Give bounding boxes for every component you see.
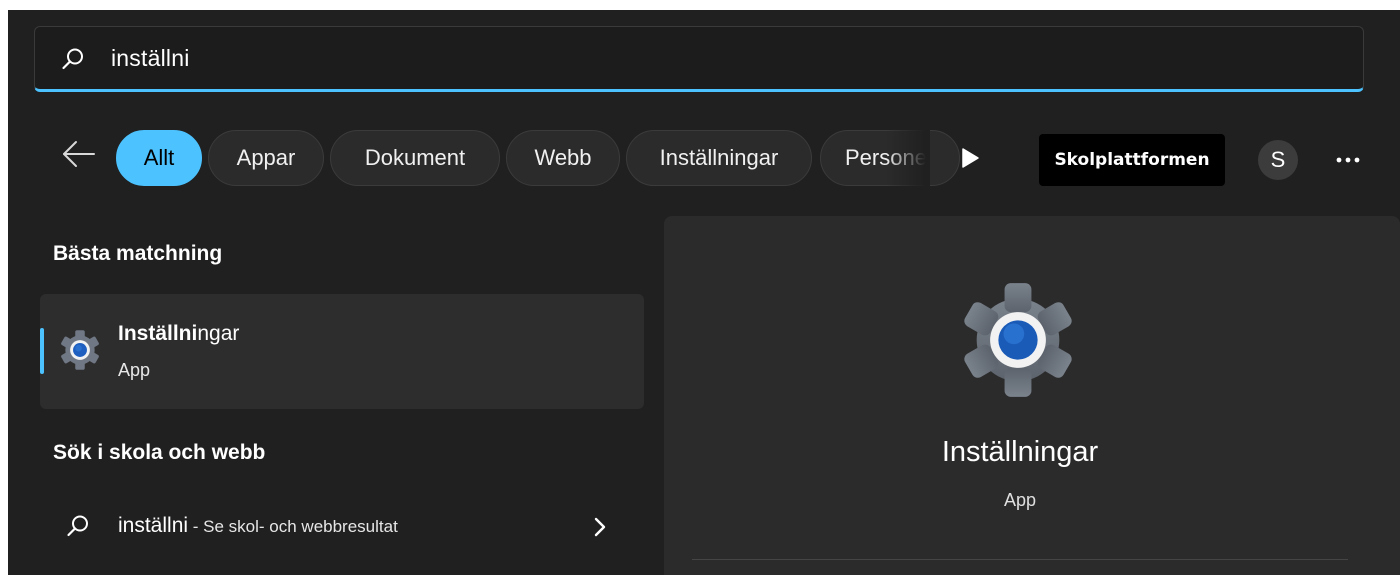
title-rest-part: ngar (197, 322, 240, 345)
search-icon (62, 48, 83, 70)
web-search-heading: Sök i skola och webb (53, 441, 266, 464)
settings-gear-icon (61, 330, 99, 370)
chip-overflow-fade (886, 130, 930, 186)
web-search-query: inställni (118, 514, 189, 537)
chevron-right-icon (594, 517, 606, 537)
search-icon (67, 515, 88, 537)
title-match-part: Inställni (118, 322, 198, 345)
more-horizontal-icon[interactable] (1334, 148, 1362, 172)
settings-gear-icon (964, 283, 1072, 397)
start-search-window: inställni Allt Appar Dokument Webb Instä… (8, 10, 1400, 575)
best-match-title: Inställningar (118, 322, 239, 346)
detail-pane: Inställningar App (664, 216, 1400, 575)
web-search-hint: - Se skol- och webbresultat (188, 517, 398, 536)
filter-chip-installningar[interactable]: Inställningar (626, 130, 812, 186)
best-match-heading: Bästa matchning (53, 242, 223, 265)
best-match-subtitle: App (118, 360, 151, 380)
avatar[interactable]: S (1258, 140, 1298, 180)
best-match-item[interactable]: Inställningar App (40, 294, 644, 409)
detail-subtitle: App (1003, 490, 1037, 510)
play-icon[interactable] (958, 146, 982, 170)
search-input[interactable]: inställni (111, 45, 190, 72)
filter-chip-allt[interactable]: Allt (116, 130, 202, 186)
search-box[interactable]: inställni (34, 26, 1364, 92)
divider (692, 559, 1348, 560)
detail-title: Inställningar (941, 436, 1099, 468)
arrow-left-icon[interactable] (62, 140, 96, 168)
selection-indicator (40, 328, 44, 374)
filter-chip-appar[interactable]: Appar (208, 130, 324, 186)
org-badge[interactable]: Skolplattformen (1039, 134, 1225, 186)
web-search-item[interactable]: inställni - Se skol- och webbresultat (40, 498, 644, 558)
web-search-text: inställni - Se skol- och webbresultat (118, 514, 398, 538)
filter-chip-dokument[interactable]: Dokument (330, 130, 500, 186)
filter-chip-webb[interactable]: Webb (506, 130, 620, 186)
